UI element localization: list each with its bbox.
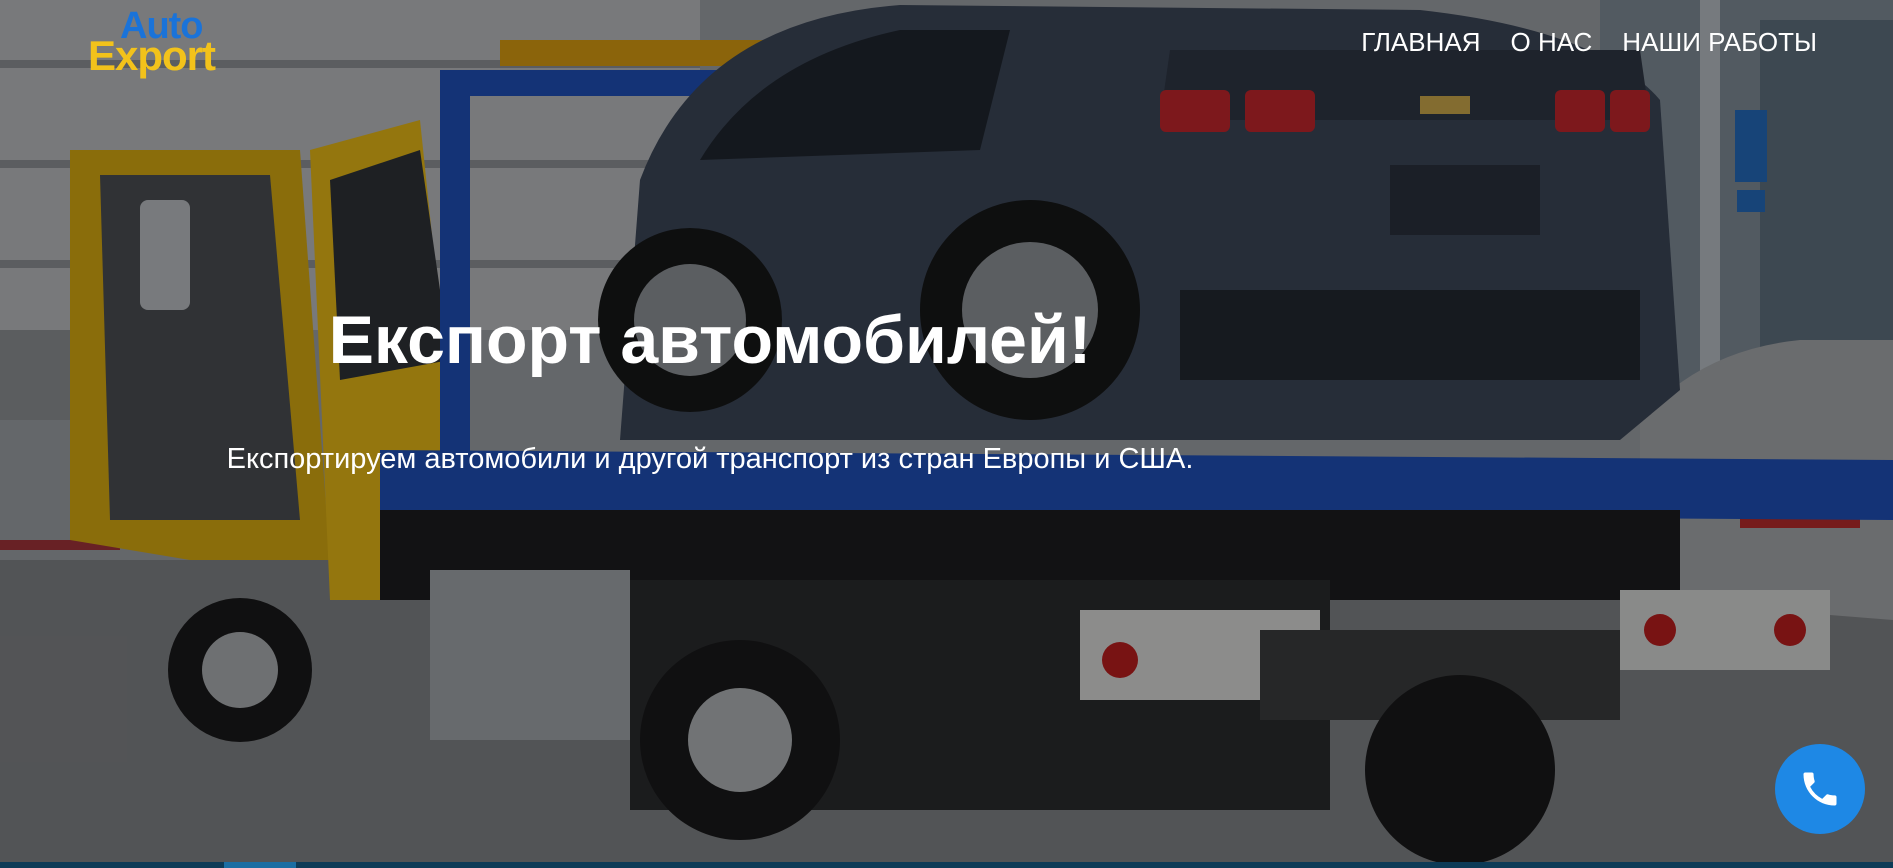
nav-link-home[interactable]: ГЛАВНАЯ (1361, 24, 1480, 60)
nav-link-about[interactable]: О НАС (1511, 24, 1593, 60)
hero-subtitle: Експортируем автомобили и другой транспо… (226, 443, 1194, 475)
call-button[interactable] (1775, 744, 1865, 834)
nav-link-works[interactable]: НАШИ РАБОТЫ (1622, 24, 1817, 60)
bottom-strip-accent (224, 862, 296, 868)
logo-text-export: Export (88, 32, 216, 79)
phone-icon (1803, 772, 1837, 806)
hero-section: Auto Export ГЛАВНАЯ О НАС НАШИ РАБОТЫ Ек… (0, 0, 1893, 868)
main-navigation: ГЛАВНАЯ О НАС НАШИ РАБОТЫ (1361, 24, 1817, 60)
site-logo[interactable]: Auto Export (88, 4, 258, 84)
hero-title: Експорт автомобилей! (328, 302, 1092, 378)
hero-dark-overlay (0, 0, 1893, 868)
